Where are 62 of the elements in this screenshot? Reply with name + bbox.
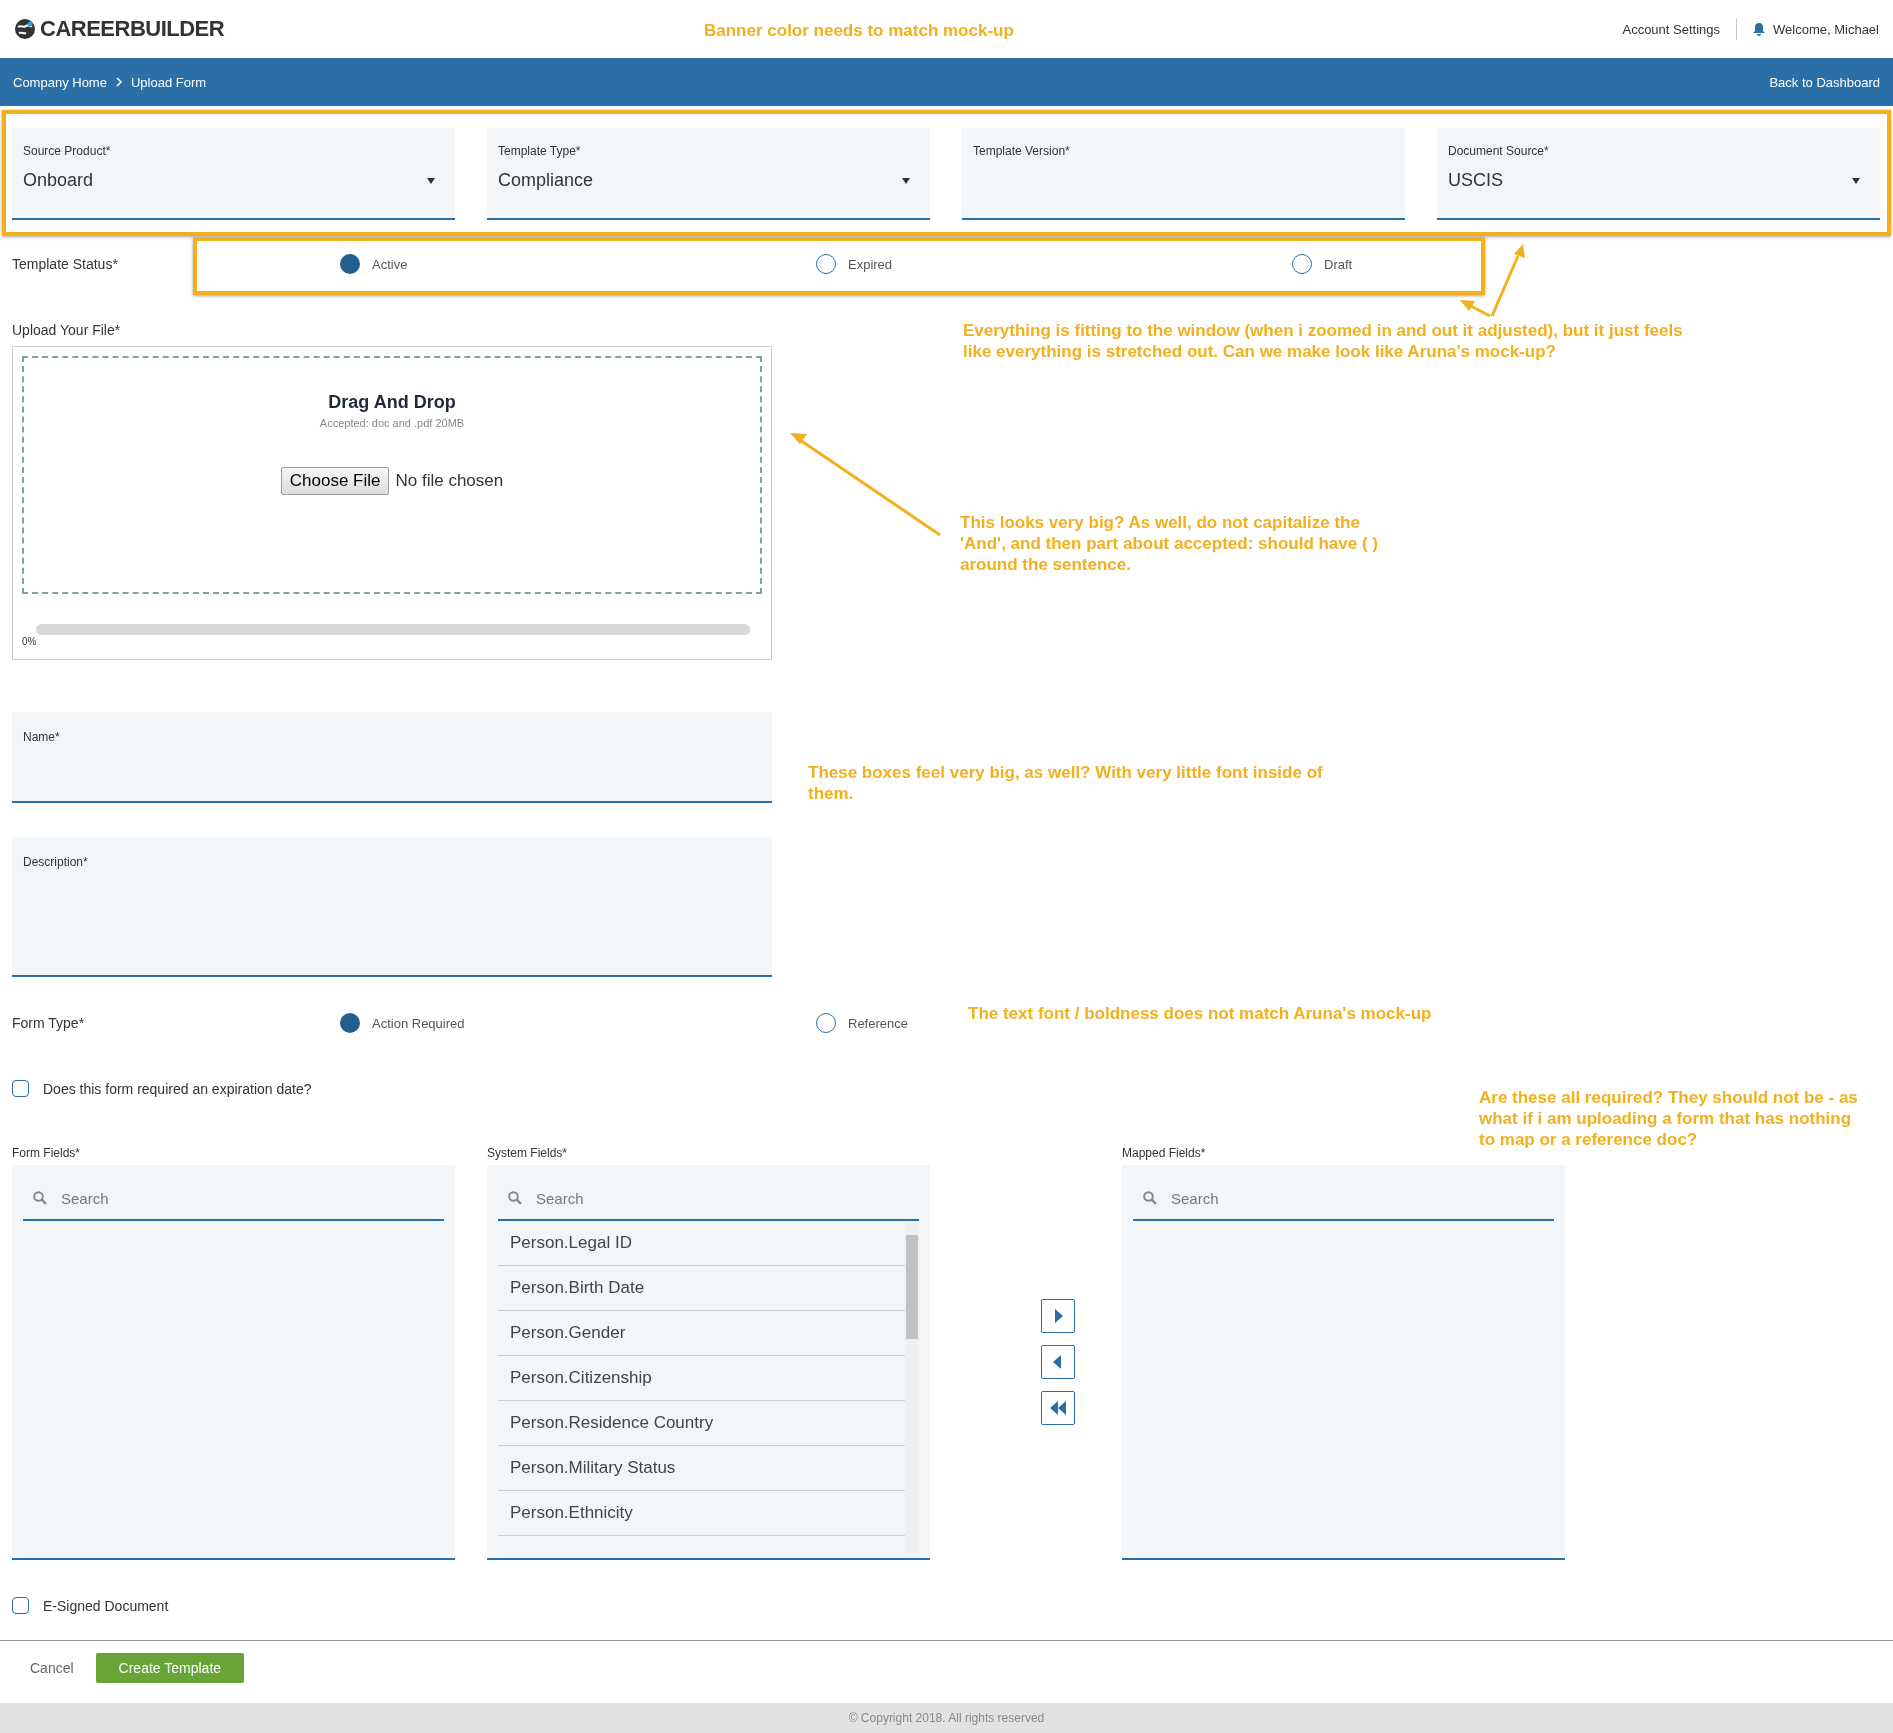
search-field[interactable]: Search xyxy=(534,1188,838,1208)
copyright-text: © Copyright 2018. All rights reserved xyxy=(0,1703,1893,1733)
list-item[interactable]: Person.Military Status xyxy=(498,1446,905,1491)
field-label: Upload Your File* xyxy=(11,322,121,338)
search-icon xyxy=(33,1191,47,1205)
input-field[interactable]: Template Version* xyxy=(962,128,1405,220)
annotation-note: The text font / boldness does not match Aruna's mock-up xyxy=(968,1003,1433,1024)
breadcrumb-link[interactable]: Company Home xyxy=(13,74,107,90)
drop-title: Drag And Drop xyxy=(328,392,456,413)
list-item[interactable]: Person.Ethnicity xyxy=(498,1491,905,1536)
choose-file-button[interactable]: Choose File xyxy=(280,467,390,495)
double-triangle-left-icon xyxy=(1049,1398,1067,1417)
dropdown-field[interactable]: Template Type* Compliance xyxy=(487,128,930,220)
dropdown-field[interactable]: Document Source* USCIS xyxy=(1437,128,1880,220)
drop-hint: Accepted: doc and .pdf 20MB xyxy=(319,417,465,429)
dropdown-caret-icon xyxy=(1852,177,1860,184)
move-right-button[interactable] xyxy=(1041,1298,1075,1333)
annotation-note: This looks very big? As well, do not capitalize the 'And', and then part about accepted: should have ( ) around the sentence. xyxy=(960,512,1379,575)
search-icon xyxy=(508,1191,522,1205)
back-link[interactable]: Back to Dashboard xyxy=(1769,74,1880,90)
logo: CAREERBUILDER xyxy=(14,16,225,42)
dropdown-field[interactable]: Source Product* Onboard xyxy=(12,128,455,220)
progress-reading: 0% xyxy=(22,636,38,647)
radio-option[interactable]: Action Required xyxy=(340,1013,465,1033)
bell-icon[interactable] xyxy=(1753,22,1766,36)
list-item[interactable]: Person.Residence Country xyxy=(498,1401,905,1446)
account-settings-link[interactable]: Account Settings xyxy=(1622,21,1721,37)
input-field[interactable]: Name* xyxy=(12,712,772,803)
drop-zone[interactable]: Drag And Drop Accepted: doc and .pdf 20MB Choose File No file chosen xyxy=(22,356,762,594)
input-field[interactable]: Description* xyxy=(12,837,772,977)
radio-option[interactable]: Reference xyxy=(816,1013,908,1033)
annotation-note: These boxes feel very big, as well? With very little font inside of them. xyxy=(808,762,1324,804)
cancel-button[interactable]: Cancel xyxy=(30,1660,74,1676)
search-field[interactable]: Search xyxy=(1169,1188,1473,1208)
radio-option[interactable]: Draft xyxy=(1292,254,1353,274)
search-field[interactable]: Search xyxy=(59,1188,363,1208)
list-item[interactable]: Person.Legal ID xyxy=(498,1221,905,1266)
field-label: Form Fields* xyxy=(12,1146,81,1160)
list-item[interactable]: Person.Gender xyxy=(498,1311,905,1356)
welcome-text[interactable]: Welcome, Michael xyxy=(1773,21,1879,37)
dropdown-caret-icon xyxy=(902,177,910,184)
search-icon xyxy=(1143,1191,1157,1205)
list-item[interactable]: Person.Birth Date xyxy=(498,1266,905,1311)
annotation-note: Banner color needs to match mock-up xyxy=(704,20,1015,41)
scrollbar[interactable] xyxy=(905,1221,919,1554)
field-label: Mapped Fields* xyxy=(1122,1146,1207,1160)
file-status: No file chosen xyxy=(395,471,504,491)
radio-option[interactable]: Active xyxy=(340,254,408,274)
annotation-note: Are these all required? They should not be - as what if i am uploading a form that has nothing to map or a reference doc? xyxy=(1479,1087,1859,1150)
checkbox[interactable]: E-Signed Document xyxy=(0,1596,175,1615)
annotation-note: Everything is fitting to the window (when i zoomed in and out it adjusted), but it just feels like everything is stretched out. Can we make look like Aruna's mock-up? xyxy=(963,320,1684,362)
checkbox[interactable]: Does this form required an expiration date? xyxy=(0,1079,318,1098)
list-item[interactable]: Person.Citizenship xyxy=(498,1356,905,1401)
dropdown-caret-icon xyxy=(427,177,435,184)
field-label: Form Type* xyxy=(12,1015,86,1031)
move-all-left-button[interactable] xyxy=(1041,1390,1075,1425)
field-label: Template Status* xyxy=(12,256,119,272)
field-label: System Fields* xyxy=(487,1146,569,1160)
radio-option[interactable]: Expired xyxy=(816,254,893,274)
breadcrumb-link[interactable]: Upload Form xyxy=(130,74,207,90)
chevron-right-icon xyxy=(114,77,123,87)
move-left-button[interactable] xyxy=(1041,1344,1075,1379)
